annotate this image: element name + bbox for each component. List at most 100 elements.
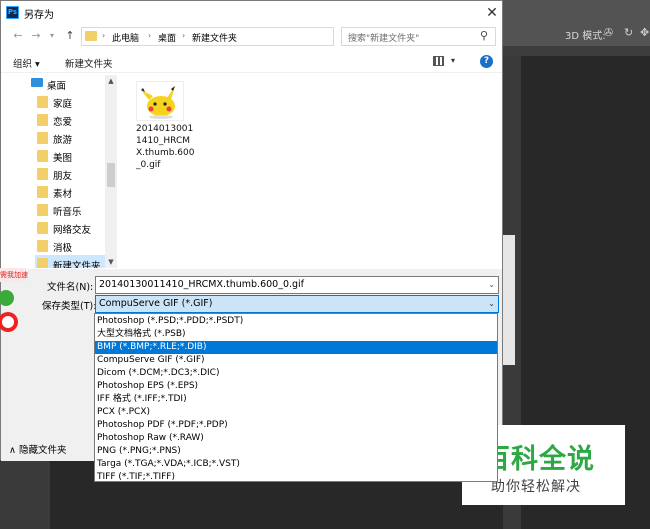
file-name: 20140130011410_HRCMX.thumb.600_0.gif — [136, 124, 195, 170]
scroll-thumb[interactable] — [107, 163, 115, 187]
search-box[interactable]: 搜索"新建文件夹" ⚲ — [341, 27, 496, 46]
breadcrumb-desktop[interactable]: 桌面 — [158, 31, 176, 44]
title-bar[interactable]: Ps 另存为 ✕ — [1, 1, 502, 25]
type-option[interactable]: Photoshop EPS (*.EPS) — [95, 380, 497, 393]
type-option[interactable]: Photoshop (*.PSD;*.PDD;*.PSDT) — [95, 315, 497, 328]
nav-item-folder[interactable]: 旅游 — [37, 129, 105, 147]
folder-icon — [37, 204, 48, 216]
nav-item-folder[interactable]: 消极 — [37, 237, 105, 255]
chevron-down-icon: ▾ — [49, 31, 54, 40]
folder-icon — [37, 96, 48, 108]
nav-item-folder[interactable]: 家庭 — [37, 93, 105, 111]
type-option[interactable]: TIFF (*.TIF;*.TIFF) — [95, 471, 497, 484]
save-type-dropdown-list: Photoshop (*.PSD;*.PDD;*.PSDT) 大型文档格式 (*… — [94, 313, 498, 482]
watermark-title: 百科全说 — [483, 444, 595, 475]
new-folder-button[interactable]: 新建文件夹 — [65, 56, 113, 70]
nav-item-label: 新建文件夹 — [53, 261, 101, 268]
nav-item-label: 恋爱 — [53, 117, 73, 128]
type-option[interactable]: PNG (*.PNG;*.PNS) — [95, 445, 497, 458]
nav-item-label: 旅游 — [53, 135, 73, 146]
folder-icon — [37, 258, 48, 268]
move-icon[interactable]: ✥ — [640, 26, 649, 39]
nav-item-new-folder[interactable]: 新建文件夹 — [35, 255, 105, 268]
help-icon[interactable]: ? — [480, 55, 493, 68]
type-option[interactable]: IFF 格式 (*.IFF;*.TDI) — [95, 393, 497, 406]
dialog-title: 另存为 — [24, 10, 54, 21]
type-option[interactable]: Targa (*.TGA;*.VDA;*.ICB;*.VST) — [95, 458, 497, 471]
chevron-down-icon[interactable]: ⌄ — [488, 280, 495, 289]
hide-folders-button[interactable]: ∧ 隐藏文件夹 — [9, 442, 66, 456]
forward-arrow-icon: → — [31, 29, 41, 42]
breadcrumb-separator-icon: › — [148, 31, 152, 40]
folder-icon — [37, 186, 48, 198]
type-option[interactable]: Photoshop PDF (*.PDF;*.PDP) — [95, 419, 497, 432]
ps-3d-mode-label: 3D 模式: — [565, 31, 606, 42]
nav-item-label: 听音乐 — [53, 207, 82, 218]
folder-icon — [37, 114, 48, 126]
folder-icon — [37, 168, 48, 180]
navigation-pane: 桌面 家庭 恋爱 旅游 美图 朋友 素材 听音乐 网络交友 消极 新建文件夹 — [1, 75, 119, 268]
nav-item-folder[interactable]: 网络交友 — [37, 219, 105, 237]
nav-item-label: 美图 — [53, 153, 73, 164]
nav-item-label: 消极 — [53, 243, 73, 254]
back-button[interactable]: ← — [11, 29, 25, 43]
folder-icon — [37, 222, 48, 234]
nav-item-folder[interactable]: 朋友 — [37, 165, 105, 183]
save-type-value: CompuServe GIF (*.GIF) — [99, 298, 213, 309]
type-option[interactable]: Dicom (*.DCM;*.DC3;*.DIC) — [95, 367, 497, 380]
nav-item-folder[interactable]: 恋爱 — [37, 111, 105, 129]
photoshop-canvas-edge — [503, 235, 515, 365]
watermark-subtitle: 助你轻松解决 — [491, 479, 581, 495]
organize-button[interactable]: 组织 ▾ — [13, 56, 40, 70]
orbit-icon[interactable]: ✇ — [604, 26, 613, 39]
pikachu-thumbnail-icon — [136, 81, 184, 121]
address-bar[interactable]: › 此电脑 › 桌面 › 新建文件夹 ▾ ↻ — [81, 27, 408, 46]
file-item[interactable]: 20140130011410_HRCMX.thumb.600_0.gif — [131, 79, 194, 179]
view-dropdown-icon[interactable]: ▾ — [451, 56, 455, 65]
folder-icon — [37, 240, 48, 252]
rotate-icon[interactable]: ↻ — [624, 26, 633, 39]
nav-item-label: 素材 — [53, 189, 73, 200]
folder-icon — [37, 150, 48, 162]
search-input[interactable]: 搜索"新建文件夹" — [348, 31, 419, 44]
navigation-scrollbar[interactable]: ▲ ▼ — [105, 75, 117, 268]
close-button[interactable]: ✕ — [482, 3, 502, 23]
save-type-select[interactable]: CompuServe GIF (*.GIF) ⌄ — [95, 295, 499, 313]
back-arrow-icon: ← — [13, 29, 23, 42]
type-option-highlighted[interactable]: BMP (*.BMP;*.RLE;*.DIB) — [95, 341, 497, 354]
photoshop-tab-bar — [503, 46, 650, 56]
photoshop-app-icon: Ps — [6, 6, 19, 19]
nav-item-label: 网络交友 — [53, 225, 92, 236]
nav-item-label: 桌面 — [47, 81, 67, 92]
type-option[interactable]: PCX (*.PCX) — [95, 406, 497, 419]
nav-item-folder[interactable]: 听音乐 — [37, 201, 105, 219]
recent-locations-button[interactable]: ▾ — [45, 29, 59, 43]
nav-item-label: 家庭 — [53, 99, 73, 110]
command-toolbar: 组织 ▾ 新建文件夹 ▾ — [1, 51, 502, 73]
mascot-icon[interactable] — [0, 284, 22, 334]
scroll-down-icon[interactable]: ▼ — [105, 256, 117, 268]
scroll-up-icon[interactable]: ▲ — [105, 75, 117, 87]
breadcrumb-separator-icon: › — [102, 31, 106, 40]
filename-field[interactable]: 20140130011410_HRCMX.thumb.600_0.gif ⌄ — [95, 276, 499, 294]
search-icon[interactable]: ⚲ — [480, 29, 488, 42]
breadcrumb-this-pc[interactable]: 此电脑 — [112, 31, 139, 44]
nav-item-label: 朋友 — [53, 171, 73, 182]
type-option[interactable]: Photoshop Raw (*.RAW) — [95, 432, 497, 445]
save-type-label: 保存类型(T): — [42, 301, 97, 312]
type-option[interactable]: CompuServe GIF (*.GIF) — [95, 354, 497, 367]
folder-icon — [85, 31, 97, 41]
nav-item-folder[interactable]: 素材 — [37, 183, 105, 201]
forward-button[interactable]: → — [29, 29, 43, 43]
photoshop-left-panel — [0, 460, 50, 529]
nav-item-folder[interactable]: 美图 — [37, 147, 105, 165]
up-button[interactable]: ↑ — [63, 29, 77, 43]
type-option[interactable]: 大型文档格式 (*.PSB) — [95, 328, 497, 341]
close-icon: ✕ — [486, 5, 498, 21]
breadcrumb-new-folder[interactable]: 新建文件夹 — [192, 31, 237, 44]
nav-item-desktop[interactable]: 桌面 — [31, 75, 105, 93]
chevron-down-icon[interactable]: ⌄ — [488, 299, 495, 308]
filename-value: 20140130011410_HRCMX.thumb.600_0.gif — [99, 279, 305, 290]
filename-label: 文件名(N): — [47, 282, 94, 293]
view-options-icon[interactable] — [433, 56, 444, 66]
